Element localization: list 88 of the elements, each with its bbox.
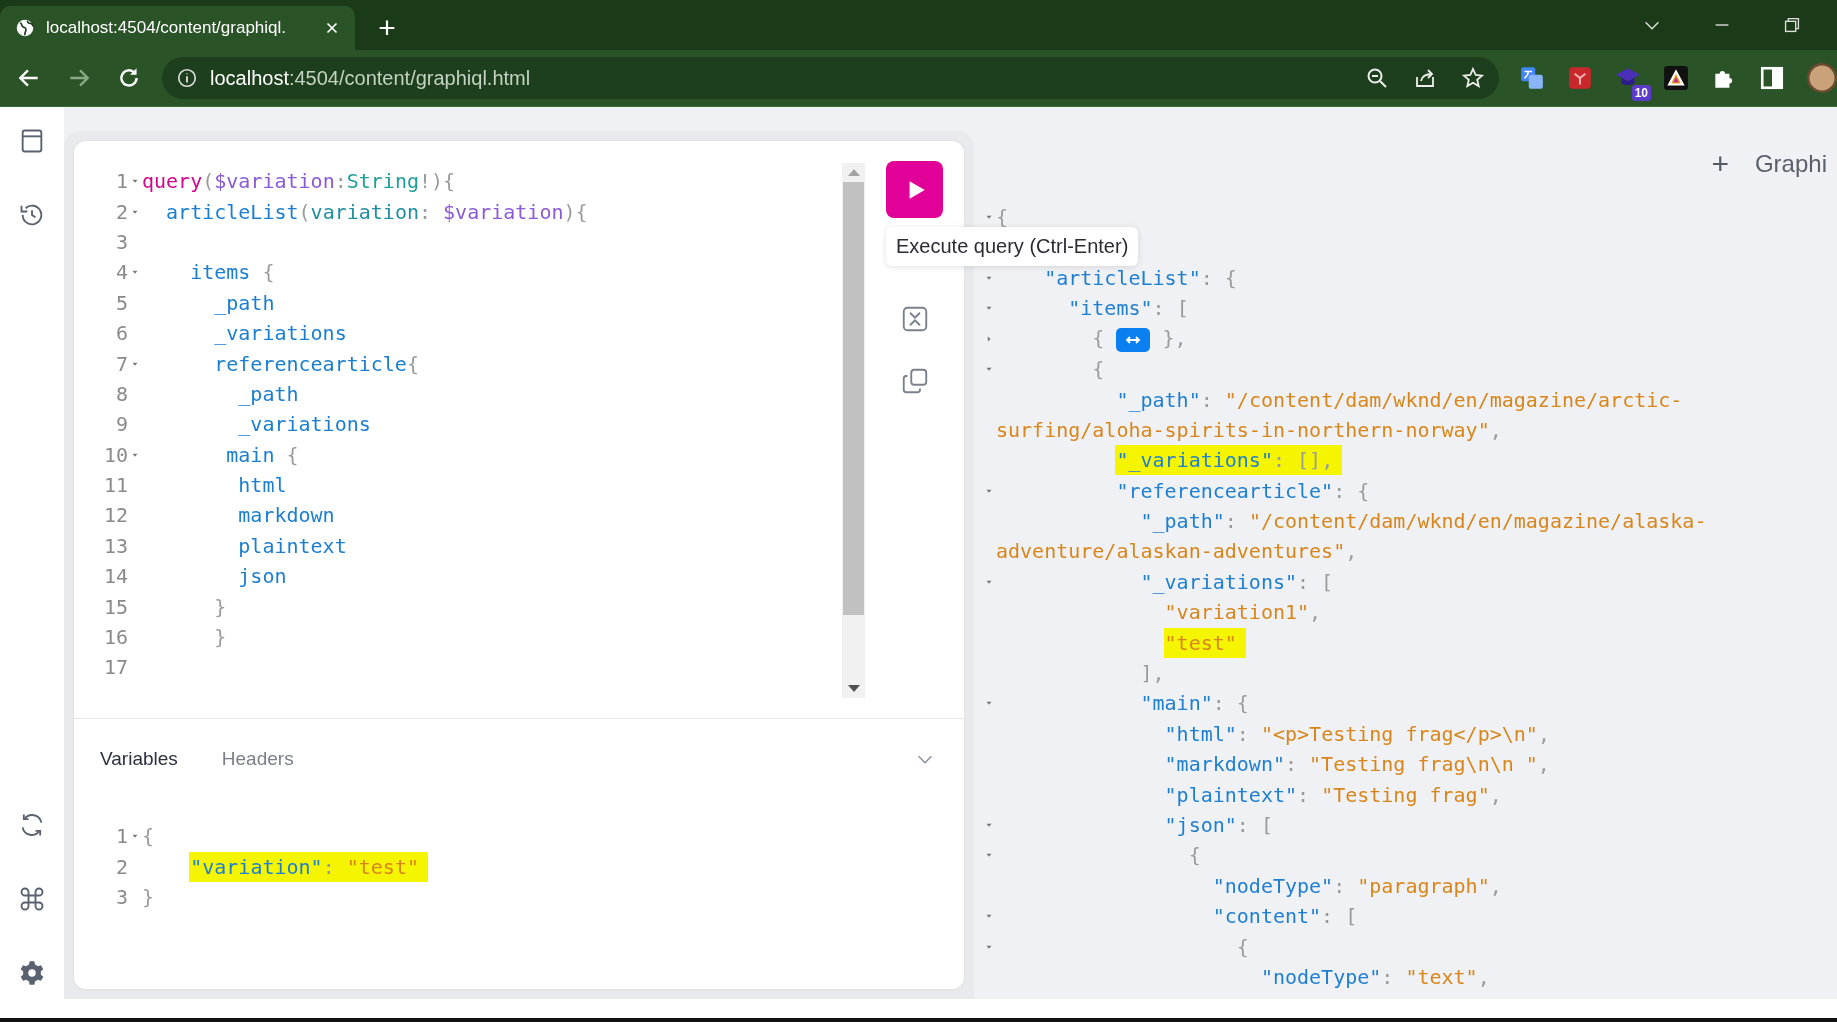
line-number: 10 xyxy=(102,442,128,467)
line-number: 6 xyxy=(114,321,128,346)
json-line: "nodeType": "paragraph", xyxy=(1211,873,1502,898)
json-line: "items": [ xyxy=(1067,296,1189,321)
line-number: 8 xyxy=(114,381,128,406)
run-button[interactable] xyxy=(886,161,943,218)
translate-icon[interactable] xyxy=(1519,65,1545,91)
json-line: { xyxy=(1235,934,1249,959)
code-line: _variations xyxy=(237,412,371,437)
json-line: "_variations": [ xyxy=(1139,569,1334,594)
json-line: "content": [ xyxy=(1211,904,1358,929)
json-line: "json": [ xyxy=(1163,813,1273,837)
new-tab-button[interactable]: + xyxy=(367,6,407,50)
json-line: "_path": "/content/dam/wknd/en/magazine/arctic- xyxy=(1115,387,1683,412)
code-line: html xyxy=(237,473,287,498)
line-number: 3 xyxy=(114,229,128,254)
line-number: 1 xyxy=(114,169,128,194)
line-number: 4 xyxy=(114,260,128,285)
browser-tab[interactable]: localhost:4504/content/graphiql. xyxy=(0,6,355,50)
tab[interactable]: Variables xyxy=(100,748,178,770)
code-line: } xyxy=(213,625,227,650)
code-line: articleList(variation: $variation){ xyxy=(165,199,588,224)
info-icon[interactable] xyxy=(176,67,198,89)
scroll-down-icon[interactable] xyxy=(847,685,860,692)
expand-button[interactable] xyxy=(1116,327,1151,352)
code-line: json xyxy=(237,564,287,589)
triangle-logo-icon[interactable] xyxy=(1663,65,1689,91)
line-number: 17 xyxy=(102,655,128,680)
address-field[interactable]: localhost:4504/content/graphiql.html xyxy=(162,57,1499,99)
globe-icon xyxy=(14,17,36,39)
share-icon[interactable] xyxy=(1413,66,1437,90)
code-line: { xyxy=(142,824,155,849)
line-number: 2 xyxy=(114,199,128,224)
scrollbar[interactable] xyxy=(842,163,865,698)
json-line: surfing/aloha-spirits-in-northern-norway", xyxy=(996,417,1502,442)
star-icon[interactable] xyxy=(1461,66,1485,90)
json-line: "nodeType": "text", xyxy=(1259,964,1490,989)
json-line: "articleList": { xyxy=(1043,265,1237,290)
json-line: { xyxy=(1187,843,1201,868)
add-tab-button[interactable]: + xyxy=(1711,147,1729,181)
code-line: markdown xyxy=(237,503,335,528)
tooltip: Execute query (Ctrl-Enter) xyxy=(886,227,1139,266)
settings-icon[interactable] xyxy=(18,959,46,987)
json-line: "markdown": "Testing frag\n\n ", xyxy=(1163,752,1550,777)
line-number: 2 xyxy=(114,854,128,879)
json-line: ], xyxy=(1139,661,1165,686)
json-line: { xyxy=(996,205,1009,230)
command-key-icon[interactable] xyxy=(18,885,46,913)
code-line: query($variation:String!){ xyxy=(142,169,456,194)
line-number: 13 xyxy=(102,533,128,558)
line-number: 1 xyxy=(114,824,128,849)
badge: 10 xyxy=(1631,85,1651,101)
json-line: "referencearticle": { xyxy=(1115,478,1370,503)
json-line: "test" xyxy=(996,630,1245,655)
json-line: "variation1", xyxy=(1163,600,1322,625)
line-number: 11 xyxy=(102,473,128,498)
code-line: items { xyxy=(189,260,275,285)
json-line: adventure/alaskan-adventures", xyxy=(996,539,1358,564)
code-line: } xyxy=(213,594,227,619)
line-number: 7 xyxy=(114,351,128,376)
code-line: referencearticle{ xyxy=(213,351,419,376)
scrollbar-thumb[interactable] xyxy=(843,182,864,615)
line-number: 12 xyxy=(102,503,128,528)
zoom-out-icon[interactable] xyxy=(1365,66,1389,90)
side-panel-icon[interactable] xyxy=(1759,65,1785,91)
code-line: } xyxy=(142,884,155,909)
code-line: main { xyxy=(225,442,299,467)
line-number: 5 xyxy=(114,290,128,315)
line-number: 14 xyxy=(102,564,128,589)
logo-text: Graphi xyxy=(1754,150,1827,178)
tab-title: localhost:4504/content/graphiql. xyxy=(46,18,288,38)
json-line: "plaintext": "Testing frag", xyxy=(1163,782,1502,807)
json-line: "html": "<p>Testing frag</p>\n", xyxy=(1163,721,1550,746)
code-line: _path xyxy=(237,381,299,406)
json-line: "main": { xyxy=(1139,691,1249,716)
tab[interactable]: Headers xyxy=(221,748,294,770)
line-number: 9 xyxy=(114,412,128,437)
json-line: { }, xyxy=(1091,326,1187,352)
line-number: 15 xyxy=(102,594,128,619)
code-line: _variations xyxy=(213,321,347,346)
avatar-icon[interactable] xyxy=(1807,63,1837,93)
json-line: { xyxy=(1091,357,1105,382)
code-line: plaintext xyxy=(237,533,347,558)
url-text: localhost:4504/content/graphiql.html xyxy=(210,66,531,90)
code-line: _path xyxy=(213,290,275,315)
json-line: "_path": "/content/dam/wknd/en/magazine/alaska- xyxy=(1139,509,1707,534)
line-number: 16 xyxy=(102,625,128,650)
line-number: 3 xyxy=(114,884,128,909)
